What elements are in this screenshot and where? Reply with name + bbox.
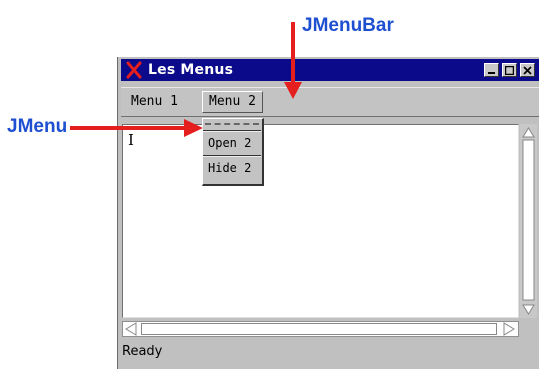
annotation-arrows xyxy=(70,22,302,137)
jmenubar-arrow xyxy=(284,22,302,99)
jmenu-arrow xyxy=(70,119,203,137)
